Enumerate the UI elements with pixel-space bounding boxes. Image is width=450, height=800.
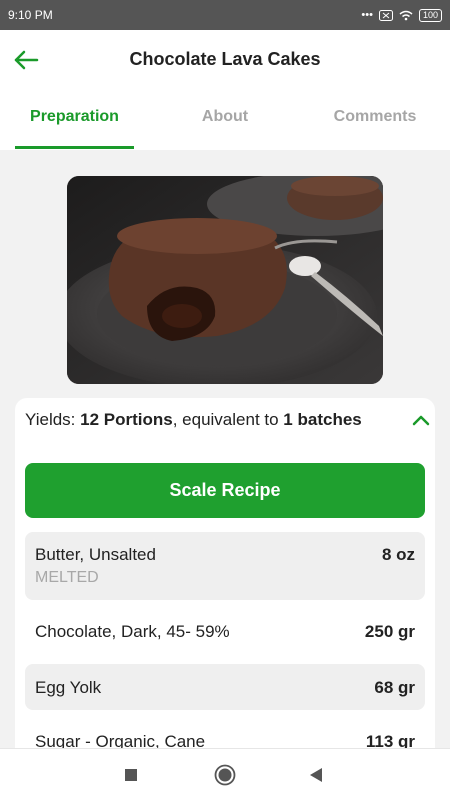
recents-button[interactable] <box>119 763 143 787</box>
scale-recipe-button[interactable]: Scale Recipe <box>25 463 425 518</box>
recents-square-icon <box>125 769 137 781</box>
tab-active-indicator <box>15 146 134 149</box>
ingredient-note: MELTED <box>35 569 99 586</box>
yields-text: Yields: 12 Portions, equivalent to 1 bat… <box>25 408 385 431</box>
home-circle-icon <box>214 764 236 786</box>
home-button[interactable] <box>213 763 237 787</box>
ingredient-name: Butter, Unsalted <box>35 545 156 564</box>
collapse-toggle[interactable] <box>409 410 433 430</box>
sim-icon <box>378 9 393 21</box>
page-title: Chocolate Lava Cakes <box>129 49 321 69</box>
status-icons: ••• 100 <box>361 8 442 22</box>
tab-preparation[interactable]: Preparation <box>15 108 134 126</box>
back-triangle-icon <box>310 768 322 782</box>
ingredients-card: Yields: 12 Portions, equivalent to 1 bat… <box>15 398 435 758</box>
tab-about[interactable]: About <box>180 108 270 126</box>
navigation-bar <box>0 748 450 800</box>
ingredient-name: Chocolate, Dark, 45- 59% <box>35 622 230 641</box>
ingredient-quantity: 250 gr <box>364 622 415 641</box>
ingredient-quantity: 8 oz <box>381 545 415 564</box>
tab-comments[interactable]: Comments <box>320 108 430 126</box>
battery-icon: 100 <box>418 8 442 22</box>
dots-icon: ••• <box>361 9 373 21</box>
system-back-button[interactable] <box>304 763 328 787</box>
yields-label: Yields: <box>25 410 81 429</box>
tab-bar: Preparation About Comments <box>0 102 450 150</box>
status-bar: 9:10 PM ••• 100 <box>0 0 450 30</box>
chevron-up-icon <box>412 415 430 426</box>
app-header: Chocolate Lava Cakes Preparation About C… <box>0 30 450 150</box>
wifi-icon <box>399 10 413 20</box>
yields-batches-count: 1 <box>283 410 293 429</box>
status-time: 9:10 PM <box>8 8 53 22</box>
ingredient-quantity: 68 gr <box>374 678 415 697</box>
yields-portions: 12 Portions <box>80 410 173 429</box>
yields-middle: , equivalent to <box>172 410 284 429</box>
ingredient-row[interactable]: Butter, Unsalted MELTED 8 oz <box>25 532 425 600</box>
ingredient-row[interactable]: Egg Yolk 68 gr <box>25 664 425 710</box>
ingredient-name: Egg Yolk <box>35 678 102 697</box>
yields-batches-word: batches <box>297 410 362 429</box>
recipe-photo <box>67 176 383 384</box>
ingredient-row[interactable]: Chocolate, Dark, 45- 59% 250 gr <box>25 606 425 656</box>
